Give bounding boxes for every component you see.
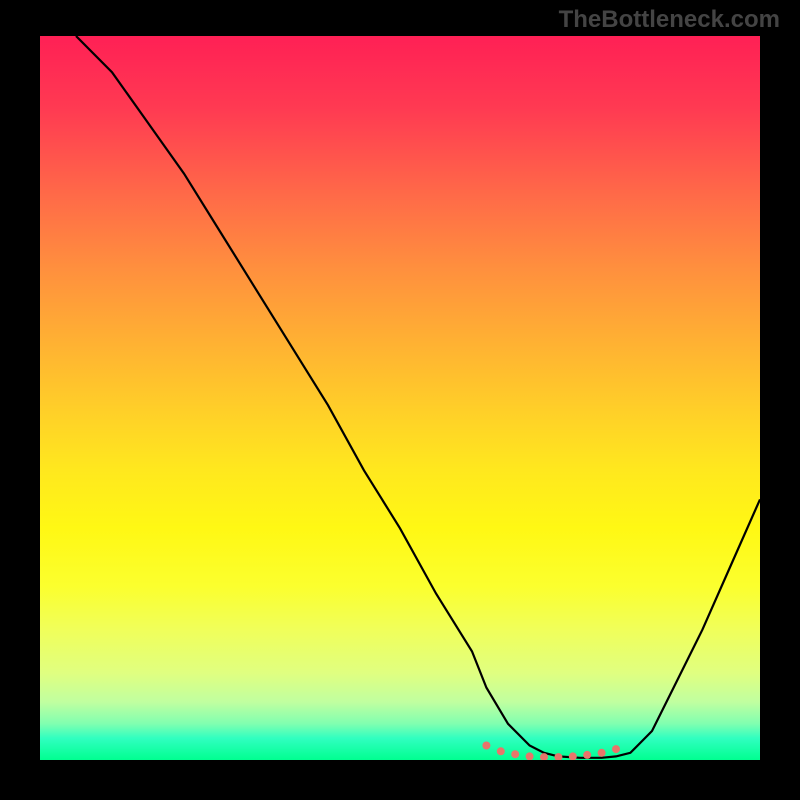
optimal-dot (598, 749, 606, 757)
optimal-dot (612, 745, 620, 753)
optimal-dot (497, 747, 505, 755)
optimal-dot (569, 752, 577, 760)
optimal-dot (511, 750, 519, 758)
optimal-dot (526, 752, 534, 760)
optimal-dot (583, 751, 591, 759)
chart-svg (40, 36, 760, 760)
attribution-text: TheBottleneck.com (559, 6, 780, 34)
bottleneck-curve (76, 36, 760, 758)
optimal-dot (482, 742, 490, 750)
chart-plot-area (40, 36, 760, 760)
optimal-dot (554, 753, 562, 760)
